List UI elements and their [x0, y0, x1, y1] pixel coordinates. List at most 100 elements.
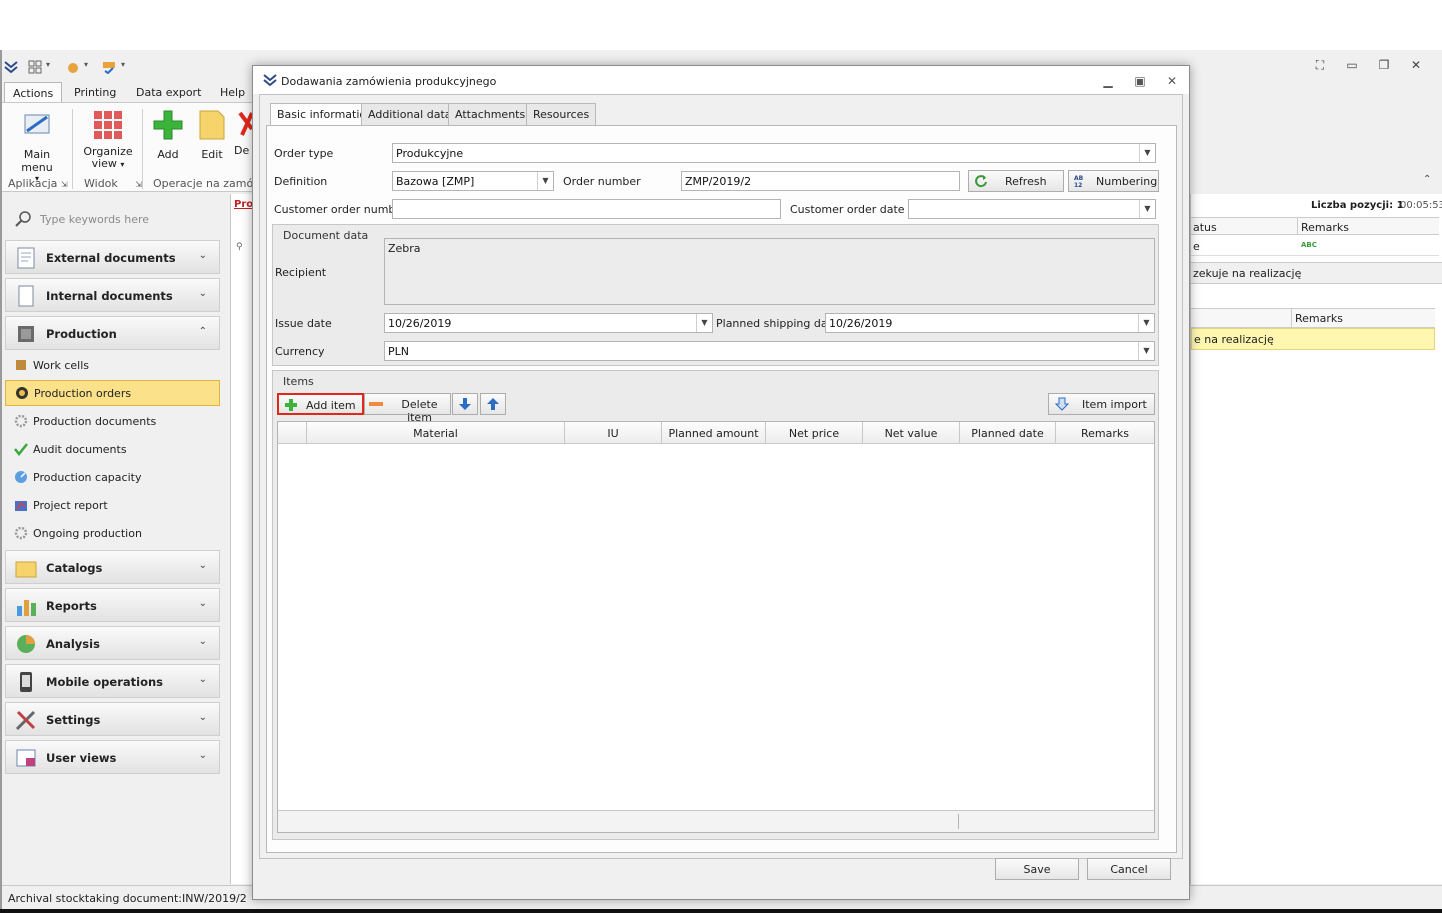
minimize-icon[interactable]: ▁: [1101, 74, 1115, 88]
column-header-remarks[interactable]: Remarks: [1301, 221, 1349, 234]
planned-shipping-date-picker[interactable]: 10/26/2019 ▼: [825, 313, 1155, 333]
focus-mode-icon[interactable]: ⛶: [1312, 58, 1328, 72]
hand-icon[interactable]: [66, 60, 80, 74]
table-row[interactable]: e na realizację: [1194, 333, 1274, 346]
chevron-down-icon: ⌄: [198, 598, 207, 609]
currency-select[interactable]: PLN ▼: [384, 341, 1155, 361]
order-number-field[interactable]: ZMP/2019/2: [681, 171, 960, 191]
column-header-status[interactable]: atus: [1193, 221, 1217, 234]
definition-select[interactable]: Bazowa [ZMP] ▼: [392, 171, 554, 191]
nav-group-reports[interactable]: Reports ⌄: [5, 588, 220, 622]
restore-icon[interactable]: ❐: [1376, 58, 1392, 72]
nav-group-user-views[interactable]: User views ⌄: [5, 740, 220, 774]
chevron-down-icon[interactable]: ▼: [696, 314, 712, 332]
order-type-select[interactable]: Produkcyjne ▼: [392, 143, 1156, 163]
nav-group-production[interactable]: Production ⌃: [5, 316, 220, 350]
column-header-iu[interactable]: IU: [565, 422, 662, 444]
organize-view-button[interactable]: Organize view ▾: [80, 109, 136, 171]
column-header-planned-amount[interactable]: Planned amount: [662, 422, 766, 444]
chevron-down-icon: ⌄: [198, 636, 207, 647]
column-header-remarks[interactable]: Remarks: [1056, 422, 1154, 444]
ribbon-tab-data-export[interactable]: Data export: [128, 82, 209, 103]
chevron-down-icon[interactable]: ▼: [1138, 314, 1154, 332]
group-widok: Widok ⇲: [84, 177, 142, 190]
move-up-button[interactable]: [480, 393, 506, 415]
nav-item-production-capacity[interactable]: Production capacity: [5, 465, 220, 489]
spellcheck-icon[interactable]: [102, 60, 116, 74]
chevron-down-icon[interactable]: ▼: [537, 172, 553, 190]
list-tab-label[interactable]: Pro: [234, 199, 253, 210]
nav-group-mobile-operations[interactable]: Mobile operations ⌄: [5, 664, 220, 698]
main-menu-button[interactable]: Main menu ▾: [8, 109, 66, 183]
dialog-title: Dodawania zamówienia produkcyjnego: [281, 75, 497, 88]
nav-item-production-orders[interactable]: Production orders: [5, 380, 220, 406]
search-box[interactable]: Type keywords here: [8, 206, 220, 232]
delete-item-button[interactable]: Delete item: [364, 393, 451, 424]
nav-item-project-report[interactable]: Project report: [5, 493, 220, 517]
save-button[interactable]: Save: [995, 858, 1079, 880]
nav-item-work-cells[interactable]: Work cells: [5, 353, 220, 377]
ribbon-tab-actions[interactable]: Actions: [4, 82, 63, 103]
production-icon: [18, 326, 34, 342]
chevron-down-icon[interactable]: ▾: [121, 60, 125, 74]
add-production-order-dialog: Dodawania zamówienia produkcyjnego ▁ ▣ ✕…: [252, 65, 1190, 900]
close-icon[interactable]: ✕: [1408, 58, 1424, 72]
import-arrow-icon: [1055, 397, 1069, 411]
column-header-material[interactable]: Material: [307, 422, 565, 444]
nav-group-external-documents[interactable]: External documents ⌄: [5, 240, 220, 274]
tab-additional-data[interactable]: Additional data: [361, 103, 459, 125]
delete-button[interactable]: De: [234, 109, 252, 157]
chevron-down-icon[interactable]: ▼: [1139, 144, 1155, 162]
nav-item-production-documents[interactable]: Production documents: [5, 409, 220, 433]
order-type-label: Order type: [274, 147, 334, 160]
chevron-down-icon[interactable]: ▾: [84, 60, 88, 74]
issue-date-picker[interactable]: 10/26/2019 ▼: [384, 313, 713, 333]
column-header-net-price[interactable]: Net price: [766, 422, 863, 444]
column-header-remarks-2[interactable]: Remarks: [1295, 312, 1343, 325]
column-header-net-value[interactable]: Net value: [863, 422, 960, 444]
nav-group-catalogs[interactable]: Catalogs ⌄: [5, 550, 220, 584]
nav-item-audit-documents[interactable]: Audit documents: [5, 437, 220, 461]
add-button[interactable]: Add: [148, 109, 188, 161]
tab-resources[interactable]: Resources: [526, 103, 597, 125]
recipient-field[interactable]: Zebra: [384, 238, 1155, 305]
definition-label: Definition: [274, 175, 328, 188]
edit-button[interactable]: Edit: [192, 109, 232, 161]
customer-order-date-picker[interactable]: ▼: [908, 199, 1156, 219]
ribbon-tab-help[interactable]: Help: [212, 82, 253, 103]
footer-divider: [958, 814, 959, 829]
chevron-down-icon[interactable]: ▾: [46, 60, 50, 74]
nav-group-settings[interactable]: Settings ⌄: [5, 702, 220, 736]
customer-order-date-label: Customer order date: [790, 203, 905, 216]
customer-order-number-field[interactable]: [392, 199, 781, 219]
nav-item-label: Work cells: [33, 359, 90, 372]
tab-attachments[interactable]: Attachments: [448, 103, 533, 125]
chevron-up-icon[interactable]: ⌃: [1423, 174, 1431, 185]
add-item-button[interactable]: Add item: [277, 393, 364, 415]
item-import-button[interactable]: Item import: [1048, 393, 1155, 415]
minimize-icon[interactable]: ▭: [1344, 58, 1360, 72]
chevron-down-icon[interactable]: ▼: [1139, 200, 1155, 218]
nav-group-analysis[interactable]: Analysis ⌄: [5, 626, 220, 660]
nav-group-internal-documents[interactable]: Internal documents ⌄: [5, 278, 220, 312]
chevron-down-icon[interactable]: ▼: [1138, 342, 1154, 360]
restore-icon[interactable]: ▣: [1133, 74, 1147, 88]
nav-item-ongoing-production[interactable]: Ongoing production: [5, 521, 220, 545]
numbering-button[interactable]: AB 12 Numbering: [1068, 170, 1159, 192]
nav-group-label: External documents: [46, 251, 176, 265]
app-logo-icon[interactable]: [4, 60, 18, 74]
timer: 00:05:53: [1400, 200, 1442, 211]
order-number-value: ZMP/2019/2: [685, 175, 752, 188]
cancel-button[interactable]: Cancel: [1087, 858, 1171, 880]
layout-icon[interactable]: [28, 60, 42, 74]
column-header-planned-date[interactable]: Planned date: [960, 422, 1056, 444]
dialog-body: Basic information Additional data Attach…: [259, 94, 1183, 859]
pin-icon[interactable]: ⚲: [236, 242, 243, 252]
item-import-label: Item import: [1082, 398, 1147, 411]
refresh-button[interactable]: Refresh: [968, 170, 1064, 192]
move-down-button[interactable]: [452, 393, 478, 415]
status-tab-label[interactable]: zekuje na realizację: [1193, 267, 1301, 280]
ribbon-tab-printing[interactable]: Printing: [66, 82, 124, 103]
close-icon[interactable]: ✕: [1165, 74, 1179, 88]
delete-label: De: [234, 144, 250, 157]
